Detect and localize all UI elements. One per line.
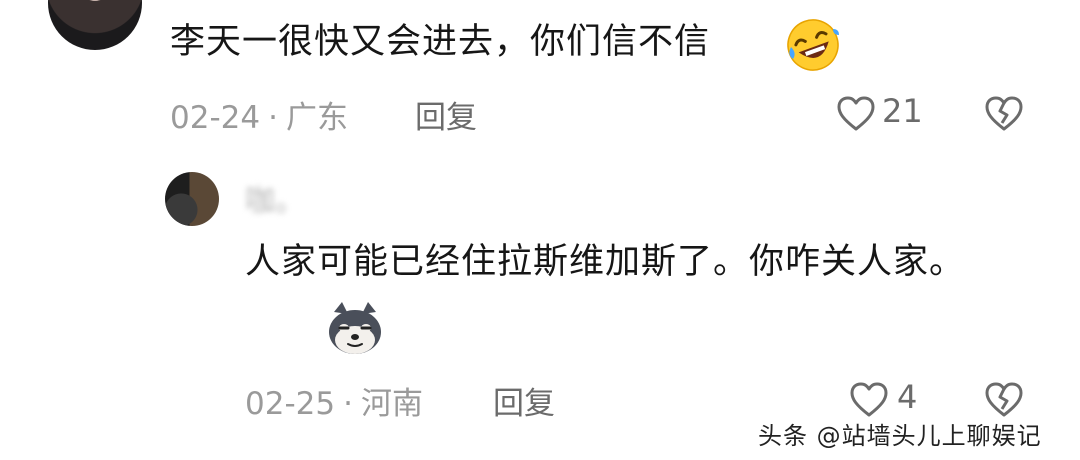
reply-author-name[interactable]: 咖。 bbox=[245, 176, 305, 220]
broken-heart-icon[interactable] bbox=[985, 95, 1023, 133]
comment-date: 02-24 bbox=[170, 100, 261, 136]
reply-comment-date: 02-25 bbox=[245, 386, 336, 422]
like-count: 21 bbox=[882, 92, 923, 130]
reply-comment-location: 河南 bbox=[360, 386, 423, 422]
doge-emoji-icon bbox=[329, 302, 381, 354]
reply-comment-text: 人家可能已经住拉斯维加斯了。你咋关人家。 bbox=[245, 242, 966, 282]
reply-author-avatar[interactable] bbox=[165, 172, 219, 226]
reply-button[interactable]: 回复 bbox=[493, 378, 555, 423]
comment-text: 李天一很快又会进去，你们信不信 bbox=[170, 22, 711, 62]
meta-separator: · bbox=[343, 386, 353, 422]
meta-separator: · bbox=[268, 100, 278, 136]
laughing-emoji-icon bbox=[787, 19, 839, 71]
watermark: 头条 @站墙头儿上聊娱记 bbox=[758, 422, 1042, 450]
reply-comment-meta: 02-25 · 河南 bbox=[245, 378, 423, 423]
broken-heart-icon[interactable] bbox=[985, 381, 1023, 419]
heart-outline-icon[interactable] bbox=[850, 382, 888, 418]
like-count: 4 bbox=[897, 378, 918, 416]
commenter-avatar[interactable] bbox=[48, 0, 142, 50]
reply-button[interactable]: 回复 bbox=[415, 92, 477, 137]
heart-outline-icon[interactable] bbox=[837, 96, 875, 132]
comment-meta: 02-24 · 广东 bbox=[170, 92, 348, 137]
comment-location: 广东 bbox=[285, 100, 348, 136]
